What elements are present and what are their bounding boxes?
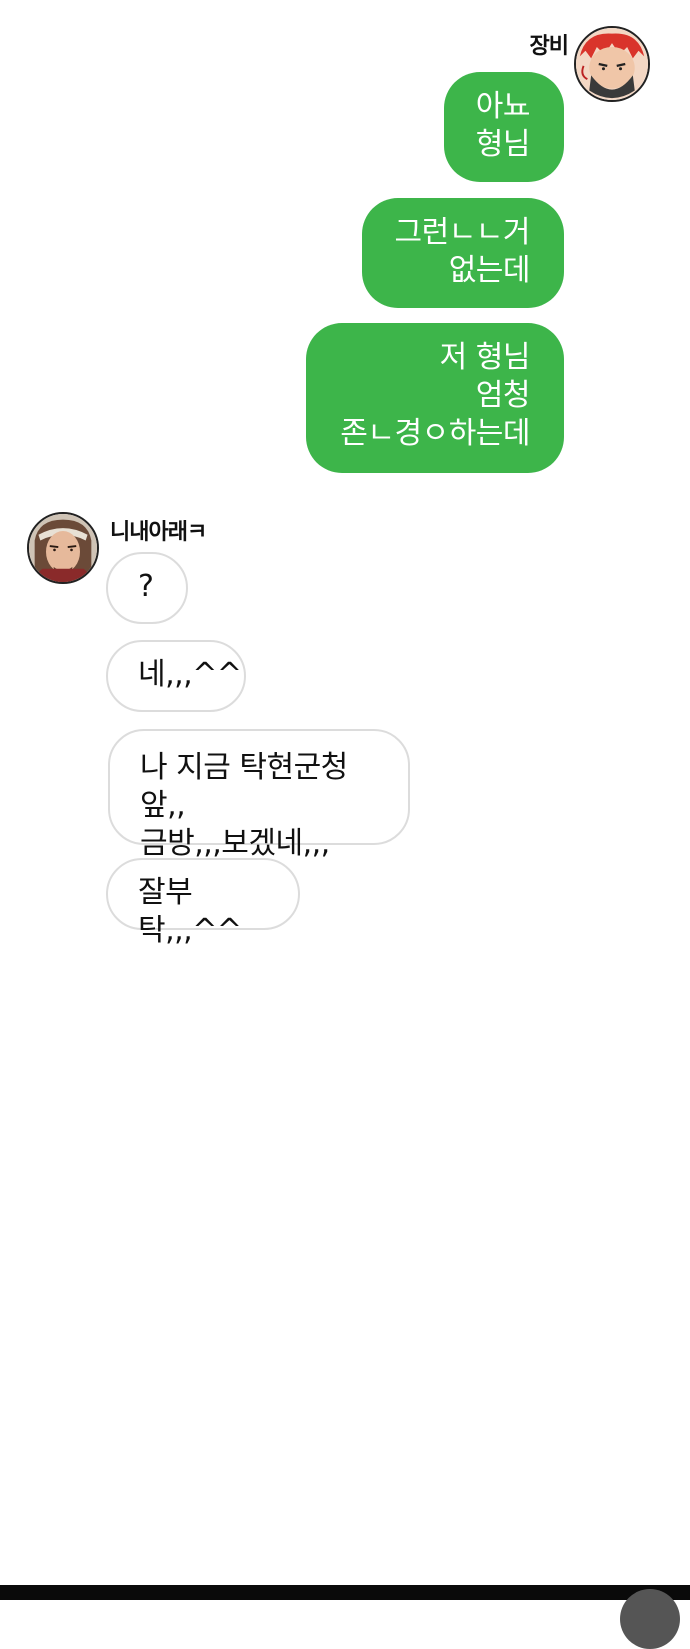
scroll-button[interactable] <box>620 1589 680 1649</box>
incoming-message-bubble[interactable]: ? <box>106 552 188 624</box>
bottom-bar <box>0 1585 690 1600</box>
red-haired-character-avatar-image <box>576 28 648 100</box>
outgoing-message-bubble[interactable]: 그런ㄴㄴ거 없는데 <box>362 198 564 308</box>
chat-area: 장비 아뇨 형님 그런ㄴㄴ거 없는데 저 형님 엄청 존ㄴ경ㅇ하는데 니내아래ㅋ… <box>0 0 690 1585</box>
incoming-avatar[interactable] <box>27 512 99 584</box>
outgoing-avatar[interactable] <box>574 26 650 102</box>
incoming-message-bubble[interactable]: 나 지금 탁현군청앞,, 금방,,,보겠네,,, <box>108 729 410 861</box>
incoming-message-bubble[interactable]: 잘부탁,,,^^ <box>106 858 300 948</box>
incoming-message-bubble[interactable]: 네,,,^^ <box>106 640 246 712</box>
outgoing-message-bubble[interactable]: 아뇨 형님 <box>444 72 564 182</box>
long-haired-character-avatar-image <box>29 514 97 582</box>
outgoing-message-bubble[interactable]: 저 형님 엄청 존ㄴ경ㅇ하는데 <box>306 323 564 473</box>
outgoing-sender-name: 장비 <box>529 34 569 59</box>
incoming-sender-name: 니내아래ㅋ <box>110 520 207 545</box>
